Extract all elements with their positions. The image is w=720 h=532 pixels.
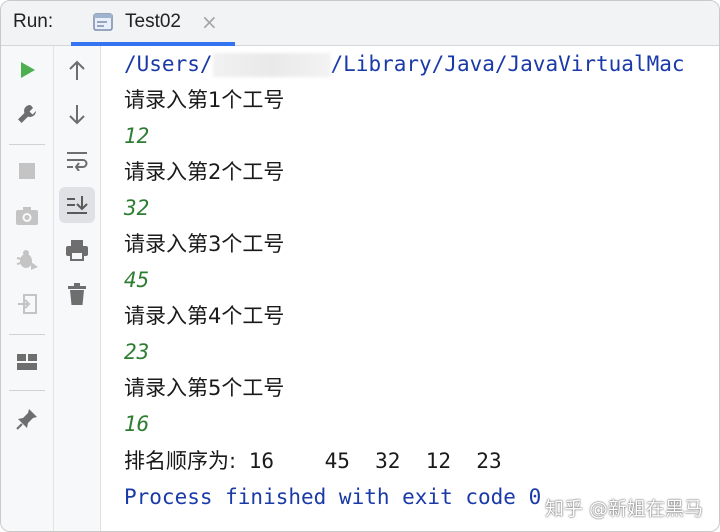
input-line: 23 [124,340,150,364]
pin-tab-button[interactable] [9,401,45,437]
input-line: 16 [124,412,150,436]
toolbar-divider [9,334,45,335]
layout-icon [17,354,37,370]
input-line: 12 [124,124,150,148]
scroll-to-end-icon [67,196,88,214]
stop-icon [19,163,35,179]
exit-icon [18,294,37,314]
edit-configuration-button[interactable] [9,96,45,132]
debug-button[interactable] [9,242,45,278]
up-arrow-icon [69,60,85,80]
run-tab-bar: Run: Test02 × [1,1,719,46]
process-finished-line: Process finished with exit code 0 [124,485,542,509]
scroll-up-button[interactable] [59,52,95,88]
console-output[interactable]: /Users/ /Library/Java/JavaVirtualMac 请录入第… [101,46,719,531]
prompt-line: 请录入第2个工号 [124,160,285,184]
scroll-to-end-button[interactable] [59,187,95,223]
result-label: 排名顺序为: [124,449,237,473]
prompt-line: 请录入第5个工号 [124,376,285,400]
soft-wrap-button[interactable] [59,142,95,178]
rerun-button[interactable] [9,52,45,88]
result-values: 16 45 32 12 23 [236,449,502,473]
print-icon [66,240,88,261]
stop-button[interactable] [9,153,45,189]
console-actions-toolbar [54,46,101,531]
exit-button[interactable] [9,286,45,322]
prompt-line: 请录入第4个工号 [124,304,285,328]
input-line: 45 [124,268,150,292]
print-button[interactable] [59,232,95,268]
wrench-icon [18,105,36,123]
run-config-icon [93,12,113,32]
command-line: /Users/ /Library/Java/JavaVirtualMac [124,49,685,79]
scroll-down-button[interactable] [59,97,95,133]
result-line: 排名顺序为: 16 45 32 12 23 [124,446,502,476]
run-actions-toolbar [1,46,54,531]
thread-dump-button[interactable] [9,198,45,234]
tab-test02[interactable]: Test02 × [71,1,235,46]
pin-icon [16,409,37,430]
soft-wrap-icon [67,152,88,171]
close-icon[interactable]: × [201,10,218,34]
prompt-line: 请录入第1个工号 [124,88,285,112]
input-line: 32 [124,196,150,220]
prompt-line: 请录入第3个工号 [124,232,285,256]
toolbar-divider [9,390,45,391]
run-label: Run: [13,11,54,32]
run-tool-window: Run: Test02 × /Users/ /Library/Java/Java… [0,0,720,532]
debug-bug-icon [16,250,38,270]
camera-icon [16,207,38,225]
down-arrow-icon [69,105,85,125]
path-prefix: /Users/ [124,52,213,76]
clear-all-button[interactable] [59,276,95,312]
redacted-username [212,53,331,77]
trash-icon [68,283,86,305]
restore-layout-button[interactable] [9,344,45,380]
toolbar-divider [9,144,45,145]
watermark: 知乎 @新姐在黑马 [544,498,703,520]
rerun-icon [21,62,35,78]
path-suffix: /Library/Java/JavaVirtualMac [330,52,685,76]
tab-title: Test02 [125,11,181,32]
